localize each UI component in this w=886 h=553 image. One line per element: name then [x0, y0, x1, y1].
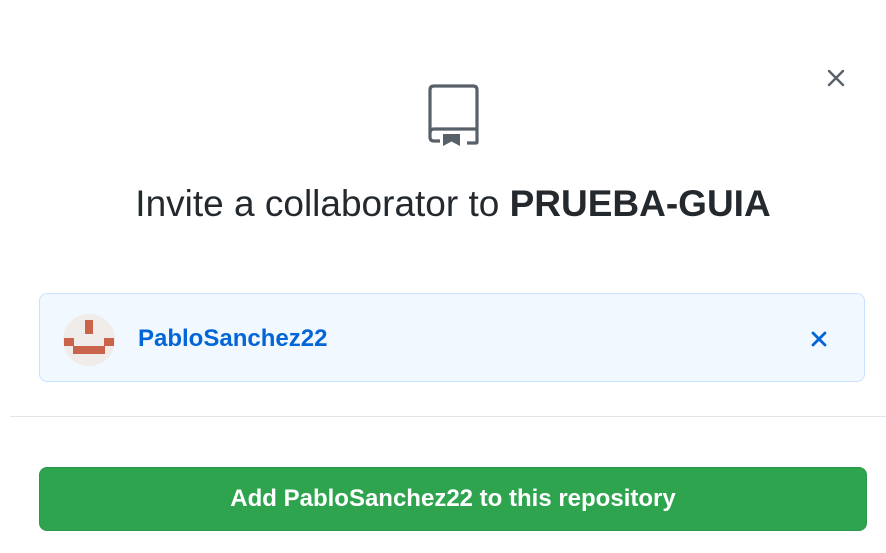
remove-user-button[interactable]: [804, 324, 834, 354]
repo-name: PRUEBA-GUIA: [509, 183, 771, 224]
dialog-title: Invite a collaborator to PRUEBA-GUIA: [0, 180, 886, 228]
close-icon: [827, 69, 845, 87]
divider: [10, 416, 886, 417]
selected-username[interactable]: PabloSanchez22: [138, 325, 327, 353]
avatar: [63, 314, 115, 366]
close-dialog-button[interactable]: [818, 60, 854, 96]
add-collaborator-button[interactable]: Add PabloSanchez22 to this repository: [39, 467, 867, 531]
add-collaborator-label: Add PabloSanchez22 to this repository: [230, 485, 676, 512]
invite-collaborator-dialog: Invite a collaborator to PRUEBA-GUIA Pab…: [0, 0, 886, 553]
repo-icon: [428, 84, 479, 146]
close-icon: [811, 331, 827, 347]
selected-user-row: PabloSanchez22: [39, 293, 865, 382]
title-prefix: Invite a collaborator to: [135, 183, 510, 224]
